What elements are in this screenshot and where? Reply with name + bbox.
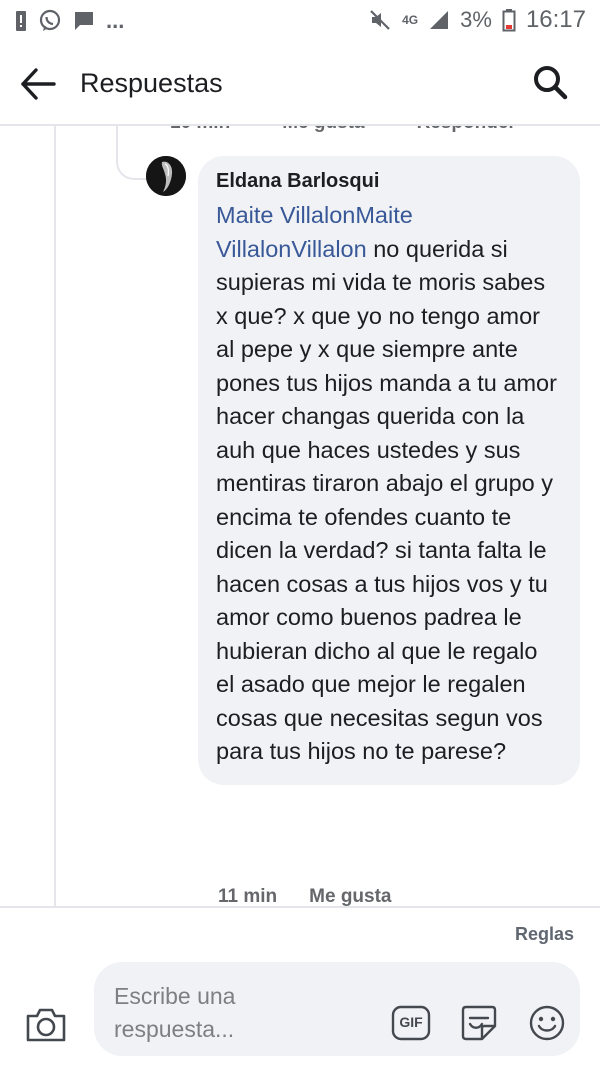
comment-thread: 10 min Me gusta Responder Eldana Barlosq… (0, 126, 600, 906)
emoji-icon (529, 1005, 565, 1041)
network-type: 4G (402, 13, 419, 27)
camera-button[interactable] (24, 1004, 70, 1046)
search-button[interactable] (530, 62, 574, 106)
reply-connector (116, 152, 148, 180)
message-icon (75, 12, 93, 30)
comment-bubble[interactable]: Eldana Barlosqui Maite VillalonMaite Vil… (198, 156, 580, 785)
gif-button[interactable]: GIF (390, 1002, 432, 1044)
thread-line-inner (116, 126, 118, 152)
clock: 16:17 (525, 6, 586, 33)
battery-percent: 3% (460, 7, 492, 32)
rules-link[interactable]: Reglas (515, 924, 574, 945)
previous-reply-link[interactable]: Responder (417, 126, 516, 134)
reply-input[interactable]: Escribe una respuesta... GIF (94, 962, 580, 1056)
system-status: 4G 3% 16:17 (368, 6, 586, 34)
search-icon (534, 66, 568, 100)
reply-placeholder: Escribe una respuesta... (114, 983, 236, 1042)
emoji-button[interactable] (526, 1002, 568, 1044)
reply-composer: Escribe una respuesta... GIF (0, 958, 600, 1066)
comment-text: no querida si supieras mi vida te moris … (216, 235, 557, 765)
notification-area: ... (14, 8, 124, 34)
previous-like-link[interactable]: Me gusta (282, 126, 364, 134)
notification-overflow: ... (106, 8, 125, 33)
sticker-button[interactable] (458, 1002, 500, 1044)
like-link[interactable]: Me gusta (309, 886, 391, 906)
previous-comment-time: 10 min (170, 126, 230, 134)
camera-icon (26, 1008, 66, 1042)
comment-time: 11 min (218, 886, 278, 906)
page-title: Respuestas (80, 68, 223, 98)
comment-actions: 11 min Me gusta (218, 886, 392, 906)
composer-divider (0, 906, 600, 908)
avatar-image (146, 156, 186, 196)
mute-icon (370, 10, 390, 30)
battery-icon (502, 9, 516, 32)
status-bar: ... 4G 3% 16:17 (0, 0, 600, 44)
battery-alert-icon (16, 11, 26, 31)
thread-line-outer (54, 126, 56, 906)
signal-icon (430, 11, 449, 29)
comment-author[interactable]: Eldana Barlosqui (216, 170, 562, 193)
back-button[interactable] (18, 64, 62, 104)
avatar[interactable] (146, 156, 186, 196)
arrow-left-icon (21, 68, 56, 100)
sticker-icon (461, 1005, 497, 1041)
gif-label: GIF (399, 1014, 423, 1030)
previous-comment-actions: 10 min Me gusta Responder (170, 126, 516, 134)
app-bar: Respuestas (0, 44, 600, 124)
comment-body: Maite VillalonMaite VillalonVillalon no … (216, 199, 562, 769)
whatsapp-icon (39, 9, 61, 31)
